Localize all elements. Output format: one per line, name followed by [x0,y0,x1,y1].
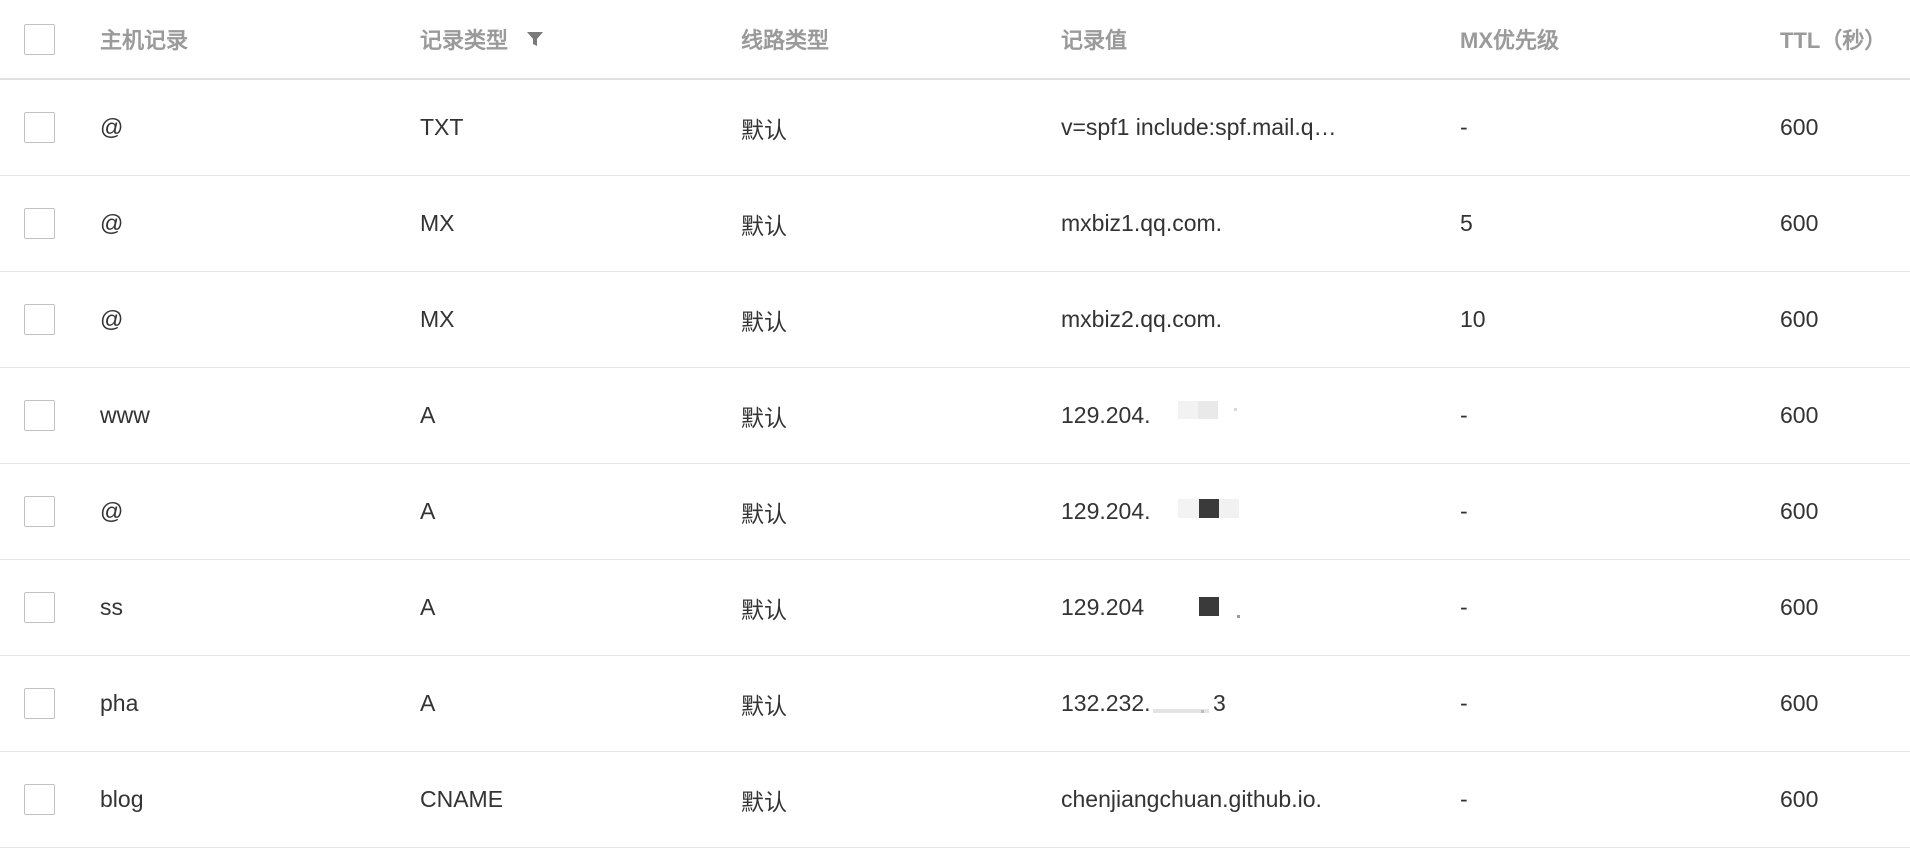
redaction-mask [1219,499,1239,518]
redaction-mask [1178,401,1198,419]
cell-value: 129.204. [1061,402,1151,428]
column-header-type: 记录类型 [420,28,509,53]
cell-host: @ [100,306,124,332]
cell-type: CNAME [420,786,504,812]
header-checkbox-cell [0,0,100,78]
table-row: @ MX 默认 mxbiz1.qq.com. 5 600 [0,176,1910,272]
table-row: @ A 默认 129.204. - 600 [0,464,1910,560]
cell-type: MX [420,210,455,236]
cell-mx-priority: 10 [1460,306,1486,332]
cell-line: 默认 [741,500,787,527]
row-checkbox[interactable] [24,304,55,335]
cell-host: ss [100,594,123,620]
cell-line: 默认 [741,308,787,335]
cell-value: mxbiz1.qq.com. [1061,210,1223,236]
row-checkbox-cell [0,656,100,751]
cell-ttl: 600 [1780,690,1819,716]
redaction-mask [1234,408,1237,411]
cell-ttl: 600 [1780,594,1819,620]
row-checkbox-cell [0,80,100,175]
filter-icon[interactable] [526,30,544,48]
cell-value: v=spf1 include:spf.mail.q… [1061,114,1337,140]
cell-type: TXT [420,114,464,140]
redaction-mask [1178,499,1199,518]
cell-type: A [420,498,436,524]
table-row: ss A 默认 129.204 - 600 [0,560,1910,656]
column-header-ttl: TTL（秒） [1780,28,1887,53]
cell-value: 132.232. [1061,690,1151,716]
cell-ttl: 600 [1780,498,1819,524]
row-checkbox[interactable] [24,688,55,719]
cell-type: MX [420,306,455,332]
table-row: www A 默认 129.204. - 600 [0,368,1910,464]
column-header-value: 记录值 [1061,28,1128,53]
cell-line: 默认 [741,596,787,623]
cell-ttl: 600 [1780,402,1819,428]
row-checkbox-cell [0,368,100,463]
cell-mx-priority: - [1460,498,1468,524]
redaction-mask [1199,499,1219,518]
column-header-host: 主机记录 [100,28,189,53]
cell-type: A [420,402,436,428]
cell-ttl: 600 [1780,786,1819,812]
row-checkbox-cell [0,752,100,847]
redaction-mask [1199,597,1219,616]
cell-line: 默认 [741,404,787,431]
cell-line: 默认 [741,788,787,815]
cell-mx-priority: - [1460,690,1468,716]
cell-ttl: 600 [1780,210,1819,236]
cell-mx-priority: - [1460,786,1468,812]
cell-ttl: 600 [1780,306,1819,332]
cell-value: 129.204 [1061,594,1145,620]
table-row: @ MX 默认 mxbiz2.qq.com. 10 600 [0,272,1910,368]
row-checkbox[interactable] [24,496,55,527]
cell-mx-priority: - [1460,402,1468,428]
table-header: 主机记录 记录类型 线路类型 记录值 MX优先级 TTL（秒） [0,0,1910,80]
column-header-line: 线路类型 [741,28,830,53]
column-header-type-cell: 记录类型 [420,0,741,78]
cell-value: mxbiz2.qq.com. [1061,306,1223,332]
cell-host: @ [100,498,124,524]
row-checkbox-cell [0,560,100,655]
table-row: blog CNAME 默认 chenjiangchuan.github.io. … [0,752,1910,848]
cell-value: chenjiangchuan.github.io. [1061,786,1322,812]
cell-host: blog [100,786,144,812]
cell-line: 默认 [741,116,787,143]
table-row: pha A 默认 132.232. 3 - 600 [0,656,1910,752]
row-checkbox[interactable] [24,784,55,815]
cell-mx-priority: 5 [1460,210,1473,236]
cell-value-cell: 132.232. 3 [1061,656,1460,751]
cell-value: 129.204. [1061,498,1151,524]
cell-value-cell: 129.204 [1061,560,1460,655]
row-checkbox[interactable] [24,112,55,143]
row-checkbox[interactable] [24,208,55,239]
row-checkbox[interactable] [24,592,55,623]
select-all-checkbox[interactable] [24,23,55,55]
cell-mx-priority: - [1460,114,1468,140]
row-checkbox-cell [0,464,100,559]
redaction-mask [1237,615,1240,618]
cell-mx-priority: - [1460,594,1468,620]
cell-type: A [420,690,436,716]
row-checkbox[interactable] [24,400,55,431]
row-checkbox-cell [0,176,100,271]
redaction-mask [1198,401,1218,419]
row-checkbox-cell [0,272,100,367]
cell-host: @ [100,210,124,236]
cell-host: pha [100,690,139,716]
column-header-mx-priority: MX优先级 [1460,28,1560,53]
cell-value-suffix: 3 [1213,690,1226,716]
cell-line: 默认 [741,692,787,719]
cell-line: 默认 [741,212,787,239]
redaction-mask [1201,710,1204,713]
dns-records-table: 主机记录 记录类型 线路类型 记录值 MX优先级 TTL（秒） @ TXT 默认… [0,0,1910,848]
cell-value-cell: 129.204. [1061,368,1460,463]
cell-type: A [420,594,436,620]
cell-host: www [100,402,150,428]
cell-ttl: 600 [1780,114,1819,140]
table-row: @ TXT 默认 v=spf1 include:spf.mail.q… - 60… [0,80,1910,176]
cell-host: @ [100,114,124,140]
cell-value-cell: 129.204. [1061,464,1460,559]
